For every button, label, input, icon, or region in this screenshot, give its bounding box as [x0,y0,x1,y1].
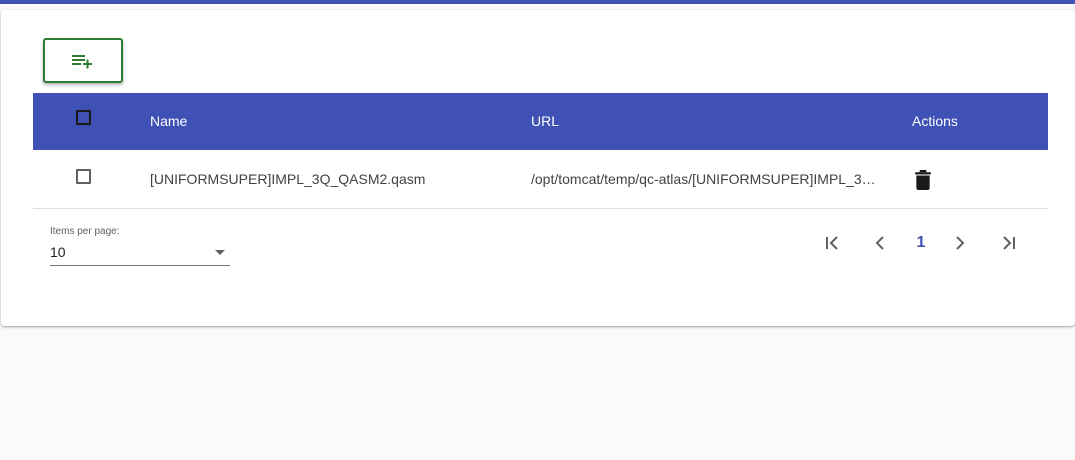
paginator: Items per page: 10 1 [33,209,1048,269]
previous-page-icon [875,236,884,250]
items-per-page-value: 10 [50,244,66,260]
name-column-header[interactable]: Name [150,93,187,150]
previous-page-button[interactable] [868,231,892,255]
first-page-icon [826,236,838,250]
table-header-row: Name URL Actions [33,93,1048,150]
top-accent-bar [0,0,1075,4]
actions-column-header: Actions [912,113,958,129]
row-name-cell: [UNIFORMSUPER]IMPL_3Q_QASM2.qasm [150,171,426,187]
select-all-checkbox[interactable] [76,110,91,125]
last-page-icon [1003,236,1015,250]
delete-icon[interactable] [914,170,932,190]
last-page-button[interactable] [996,231,1020,255]
add-file-button[interactable] [43,38,123,83]
current-page-number[interactable]: 1 [909,231,933,255]
content-card: Name URL Actions [UNIFORMSUPER]IMPL_3Q_Q… [1,10,1075,326]
first-page-button[interactable] [821,231,845,255]
row-select-checkbox[interactable] [76,169,91,184]
playlist-add-icon [72,54,92,68]
files-table: Name URL Actions [UNIFORMSUPER]IMPL_3Q_Q… [33,93,1048,266]
dropdown-arrow-icon [215,250,225,255]
items-per-page-select[interactable]: 10 [50,242,230,266]
url-column-header[interactable]: URL [531,93,559,150]
items-per-page-label: Items per page: [50,226,120,237]
next-page-icon [956,236,965,250]
table-row[interactable]: [UNIFORMSUPER]IMPL_3Q_QASM2.qasm /opt/to… [33,150,1048,209]
next-page-button[interactable] [948,231,972,255]
row-url-cell: /opt/tomcat/temp/qc-atlas/[UNIFORMSUPER]… [531,171,881,187]
